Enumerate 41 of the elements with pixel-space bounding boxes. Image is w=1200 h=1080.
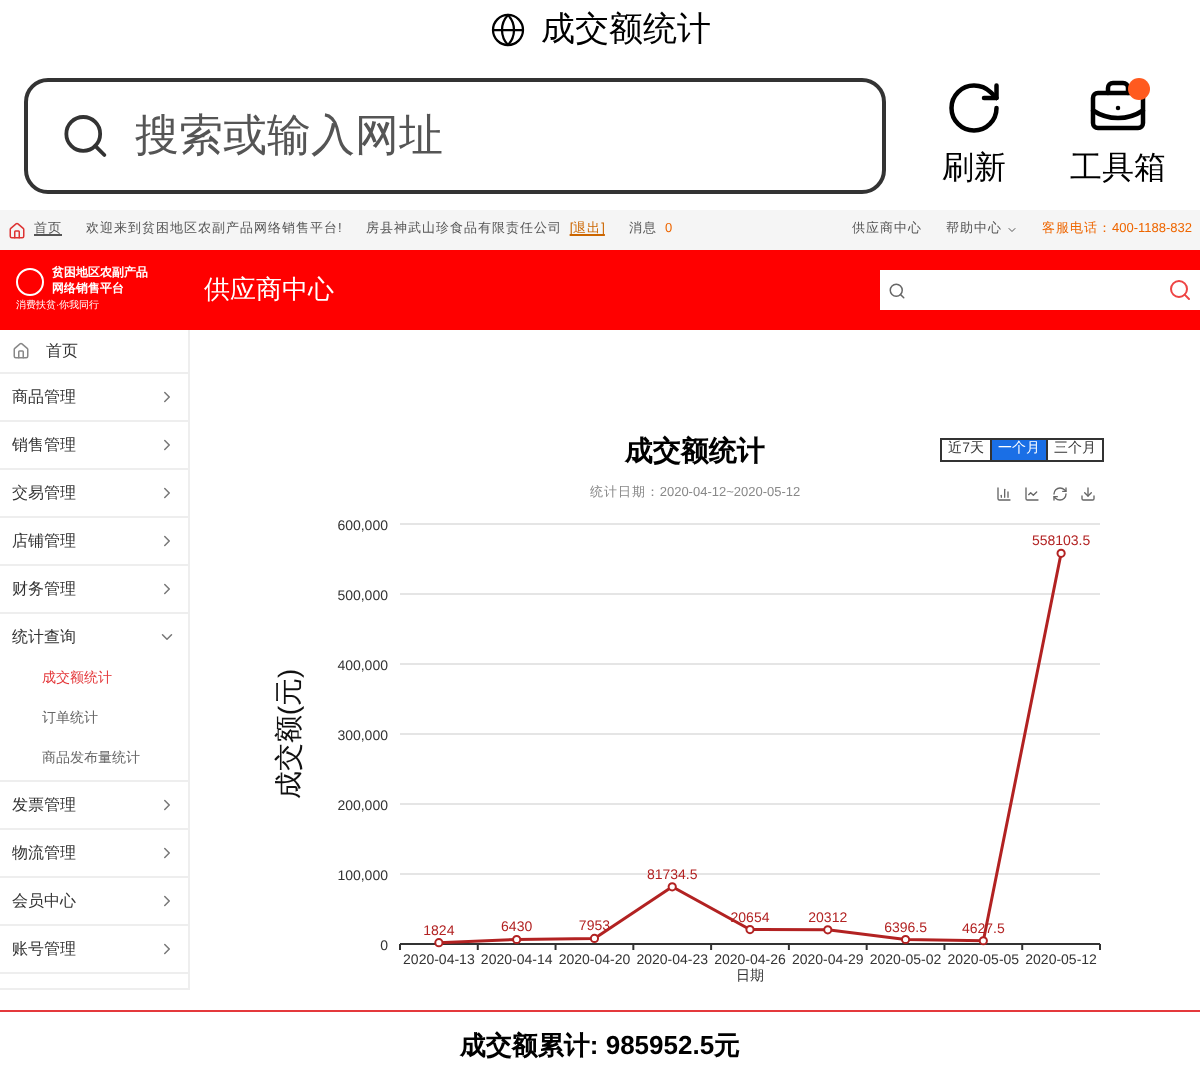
header-title: 供应商中心 xyxy=(204,272,334,309)
data-point xyxy=(978,936,988,946)
header-search-field[interactable] xyxy=(880,270,1200,310)
search-icon[interactable] xyxy=(1168,278,1192,302)
data-point xyxy=(434,938,444,948)
globe-icon xyxy=(489,12,525,48)
sidebar-item[interactable]: 财务管理 xyxy=(0,566,188,612)
address-input[interactable]: 搜索或输入网址 xyxy=(134,102,850,168)
sidebar-home[interactable]: 首页 xyxy=(46,339,78,363)
sidebar-item[interactable]: 商品管理 xyxy=(0,374,188,420)
download-icon[interactable] xyxy=(1080,486,1096,502)
logo-emblem-icon xyxy=(16,267,44,296)
y-axis-title: 成交额(元) xyxy=(272,668,304,800)
chart-title: 成交额统计 xyxy=(625,432,765,470)
refresh-button[interactable]: 刷新 xyxy=(934,77,1014,193)
sidebar-item[interactable]: 交易管理 xyxy=(0,470,188,516)
bar-chart-icon[interactable] xyxy=(996,486,1012,502)
sidebar-item[interactable]: 统计查询 xyxy=(0,614,188,660)
sidebar-item[interactable]: 发票管理 xyxy=(0,782,188,828)
sidebar-item[interactable]: 会员中心 xyxy=(0,878,188,924)
data-point xyxy=(589,933,600,944)
data-point xyxy=(745,924,755,935)
data-point xyxy=(667,882,677,892)
page-title: 成交额统计 xyxy=(541,8,711,53)
data-point xyxy=(512,934,522,945)
data-point xyxy=(1056,548,1066,558)
total-amount: 成交额累计: 985952.5元 xyxy=(459,1028,741,1065)
toolbox-button[interactable]: 工具箱 xyxy=(1062,77,1174,193)
search-icon xyxy=(888,281,906,299)
refresh-icon[interactable] xyxy=(1052,486,1068,502)
sidebar-item[interactable]: 物流管理 xyxy=(0,830,188,876)
line-chart-icon[interactable] xyxy=(1024,486,1040,502)
data-point xyxy=(900,934,911,945)
address-bar[interactable]: 搜索或输入网址 xyxy=(24,77,886,193)
sidebar-item[interactable]: 店铺管理 xyxy=(0,518,188,564)
sidebar-item[interactable]: 账号管理 xyxy=(0,926,188,972)
refresh-icon xyxy=(944,77,1004,137)
home-icon xyxy=(8,221,26,239)
data-point xyxy=(823,925,833,935)
sidebar-item[interactable]: 销售管理 xyxy=(0,422,188,468)
home-icon xyxy=(12,342,30,360)
